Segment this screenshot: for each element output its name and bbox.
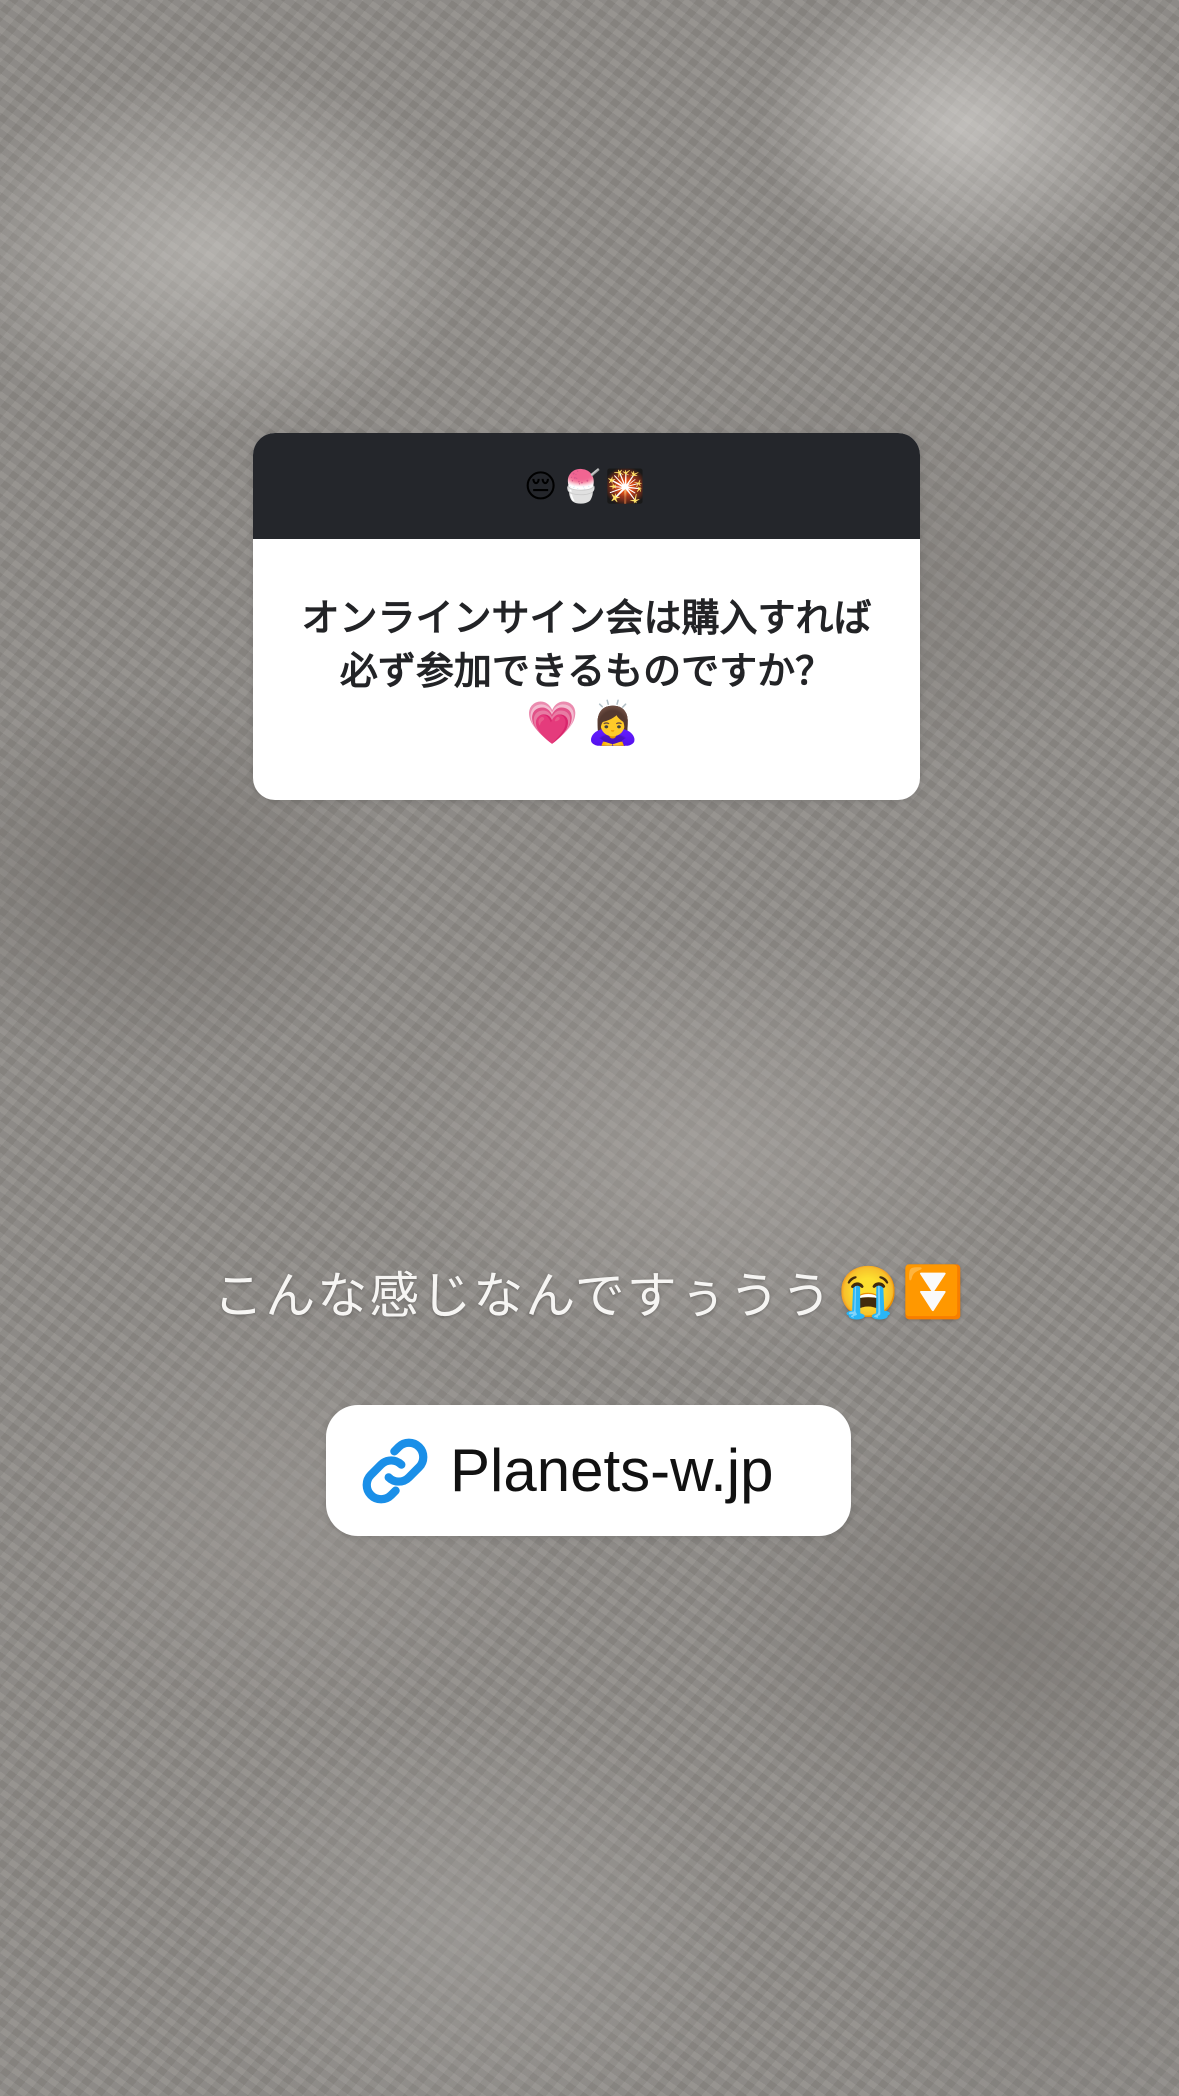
question-sticker-header: 😔🍧🎇	[253, 433, 920, 539]
header-emojis: 😔🍧🎇	[523, 467, 650, 505]
question-text: オンラインサイン会は購入すれば必ず参加できるものですか？	[301, 595, 872, 693]
question-sticker[interactable]: 😔🍧🎇 オンラインサイン会は購入すれば必ず参加できるものですか？ 💗🙇‍♀️	[253, 433, 920, 800]
question-emojis: 💗🙇‍♀️	[526, 697, 647, 747]
story-caption: こんな感じなんですぅうう 😭⏬	[0, 1252, 1179, 1332]
caption-text: こんな感じなんですぅうう	[213, 1267, 834, 1325]
question-sticker-body: オンラインサイン会は購入すれば必ず参加できるものですか？ 💗🙇‍♀️	[253, 539, 920, 800]
story-background	[0, 0, 1179, 2096]
link-label: Planets-w.jp	[450, 1437, 774, 1504]
link-icon	[356, 1432, 434, 1510]
caption-emojis: 😭⏬	[837, 1262, 966, 1321]
link-sticker[interactable]: Planets-w.jp	[326, 1405, 851, 1536]
